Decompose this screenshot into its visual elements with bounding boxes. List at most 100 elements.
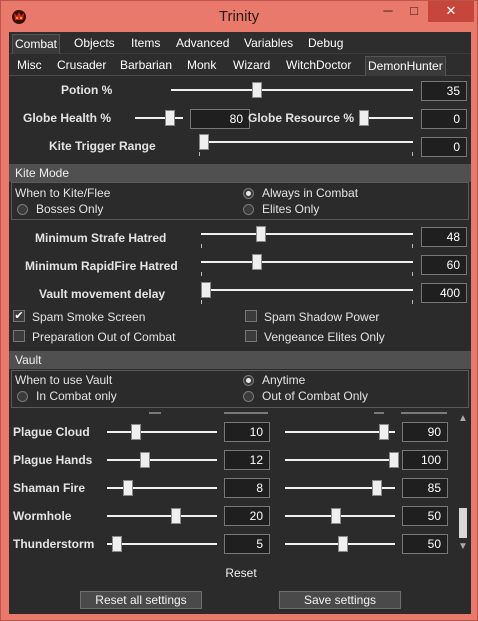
tab-combat[interactable]: Combat: [12, 34, 61, 54]
avoid-health-value-wormhole[interactable]: 20: [224, 506, 270, 526]
minimize-button[interactable]: ─: [375, 1, 401, 22]
tab-variables[interactable]: Variables: [242, 34, 295, 54]
globe-health-slider[interactable]: [135, 110, 183, 126]
tab-objects[interactable]: Objects: [72, 34, 117, 54]
avoid-radius-slider-shaman-fire[interactable]: [285, 480, 395, 496]
avoid-health-slider-plague-hands[interactable]: [107, 452, 217, 468]
kite-always-label[interactable]: Always in Combat: [262, 186, 358, 200]
tab-wizard[interactable]: Wizard: [231, 56, 272, 76]
vault-delay-slider-thumb[interactable]: [201, 282, 211, 298]
tab-barbarian[interactable]: Barbarian: [118, 56, 174, 76]
globe-health-value[interactable]: 80: [190, 109, 250, 129]
vault-anytime-label[interactable]: Anytime: [262, 373, 305, 387]
avoid-radius-value-plague-cloud[interactable]: 90: [402, 422, 448, 442]
avoid-radius-slider-plague-cloud[interactable]: [285, 424, 395, 440]
scroll-thumb[interactable]: [459, 508, 467, 538]
globe-resource-slider[interactable]: [359, 110, 413, 126]
kite-always-radio[interactable]: [243, 188, 254, 199]
close-button[interactable]: ✕: [428, 1, 474, 22]
strafe-hatred-value[interactable]: 48: [421, 227, 467, 247]
spam-smoke-checkbox[interactable]: ✔: [13, 310, 25, 322]
kite-range-slider[interactable]: [199, 134, 413, 150]
rapidfire-hatred-value[interactable]: 60: [421, 255, 467, 275]
spam-shadow-checkbox[interactable]: [245, 310, 257, 322]
avoid-radius-value-thunderstorm[interactable]: 50: [402, 534, 448, 554]
globe-resource-value[interactable]: 0: [421, 109, 467, 129]
scroll-down-arrow-icon[interactable]: ▼: [455, 540, 471, 554]
kite-elites-radio[interactable]: [243, 204, 254, 215]
veng-elites-checkbox[interactable]: [245, 330, 257, 342]
avoid-health-slider-wormhole[interactable]: [107, 508, 217, 524]
vault-incombat-radio[interactable]: [17, 391, 28, 402]
vault-ooc-radio[interactable]: [243, 391, 254, 402]
tab-items[interactable]: Items: [129, 34, 162, 54]
avoid-radius-value-plague-hands[interactable]: 100: [402, 450, 448, 470]
partial-row-edge-left: [149, 412, 161, 414]
spam-smoke-label[interactable]: Spam Smoke Screen: [32, 310, 145, 324]
globe-health-slider-thumb[interactable]: [165, 110, 175, 126]
slider-thumb[interactable]: [112, 536, 122, 552]
save-settings-button[interactable]: Save settings: [279, 591, 401, 609]
rapidfire-hatred-slider-thumb[interactable]: [252, 254, 262, 270]
slider-track: [107, 459, 217, 461]
avoid-health-value-shaman-fire[interactable]: 8: [224, 478, 270, 498]
strafe-hatred-slider-thumb[interactable]: [256, 226, 266, 242]
avoid-health-value-thunderstorm[interactable]: 5: [224, 534, 270, 554]
kite-range-value[interactable]: 0: [421, 137, 467, 157]
slider-thumb[interactable]: [171, 508, 181, 524]
kite-elites-label[interactable]: Elites Only: [262, 202, 319, 216]
prep-ooc-label[interactable]: Preparation Out of Combat: [32, 330, 175, 344]
avoid-radius-slider-plague-hands[interactable]: [285, 452, 399, 468]
avoid-health-value-plague-hands[interactable]: 12: [224, 450, 270, 470]
kite-range-slider-thumb[interactable]: [199, 134, 209, 150]
prep-ooc-checkbox[interactable]: [13, 330, 25, 342]
slider-thumb[interactable]: [123, 480, 133, 496]
rapidfire-hatred-slider[interactable]: [201, 254, 413, 270]
strafe-hatred-slider[interactable]: [201, 226, 413, 242]
avoid-radius-slider-thunderstorm[interactable]: [285, 536, 395, 552]
vault-ooc-label[interactable]: Out of Combat Only: [262, 389, 368, 403]
avoidance-scrollbar[interactable]: ▲ ▼: [455, 412, 471, 554]
avoid-radius-slider-wormhole[interactable]: [285, 508, 395, 524]
tab-misc[interactable]: Misc: [15, 56, 44, 76]
slider-thumb[interactable]: [338, 536, 348, 552]
avoid-health-slider-plague-cloud[interactable]: [107, 424, 217, 440]
kite-bosses-label[interactable]: Bosses Only: [36, 202, 103, 216]
vault-anytime-radio[interactable]: [243, 375, 254, 386]
spam-shadow-label[interactable]: Spam Shadow Power: [264, 310, 379, 324]
maximize-button[interactable]: □: [401, 1, 427, 22]
avoid-health-value-plague-cloud[interactable]: 10: [224, 422, 270, 442]
tab-crusader[interactable]: Crusader: [55, 56, 108, 76]
avoid-health-slider-shaman-fire[interactable]: [107, 480, 217, 496]
potion-slider-thumb[interactable]: [252, 82, 262, 98]
vault-incombat-label[interactable]: In Combat only: [36, 389, 117, 403]
vault-delay-slider[interactable]: [201, 282, 413, 298]
globe-resource-slider-thumb[interactable]: [359, 110, 369, 126]
avoid-health-slider-thunderstorm[interactable]: [107, 536, 217, 552]
avoid-radius-value-wormhole[interactable]: 50: [402, 506, 448, 526]
tab-debug[interactable]: Debug: [306, 34, 345, 54]
scroll-up-arrow-icon[interactable]: ▲: [455, 412, 471, 426]
reset-button[interactable]: Reset: [213, 564, 269, 582]
potion-slider-track: [171, 89, 413, 91]
slider-thumb[interactable]: [379, 424, 389, 440]
veng-elites-label[interactable]: Vengeance Elites Only: [264, 330, 385, 344]
potion-value[interactable]: 35: [421, 81, 467, 101]
slider-thumb[interactable]: [131, 424, 141, 440]
kite-bosses-radio[interactable]: [17, 204, 28, 215]
slider-thumb[interactable]: [140, 452, 150, 468]
vault-delay-slider-track: [201, 289, 413, 291]
tab-witchdoctor[interactable]: WitchDoctor: [284, 56, 353, 76]
tab-demonhunter[interactable]: DemonHunter: [365, 56, 446, 76]
tab-monk[interactable]: Monk: [185, 56, 218, 76]
title-bar[interactable]: Trinity ─ □ ✕: [1, 1, 477, 33]
avoid-label-plague-hands: Plague Hands: [13, 453, 93, 467]
potion-slider[interactable]: [171, 82, 413, 98]
slider-thumb[interactable]: [331, 508, 341, 524]
slider-thumb[interactable]: [389, 452, 399, 468]
vault-delay-value[interactable]: 400: [421, 283, 467, 303]
reset-all-settings-button[interactable]: Reset all settings: [80, 591, 202, 609]
tab-advanced[interactable]: Advanced: [174, 34, 231, 54]
avoid-radius-value-shaman-fire[interactable]: 85: [402, 478, 448, 498]
slider-thumb[interactable]: [372, 480, 382, 496]
